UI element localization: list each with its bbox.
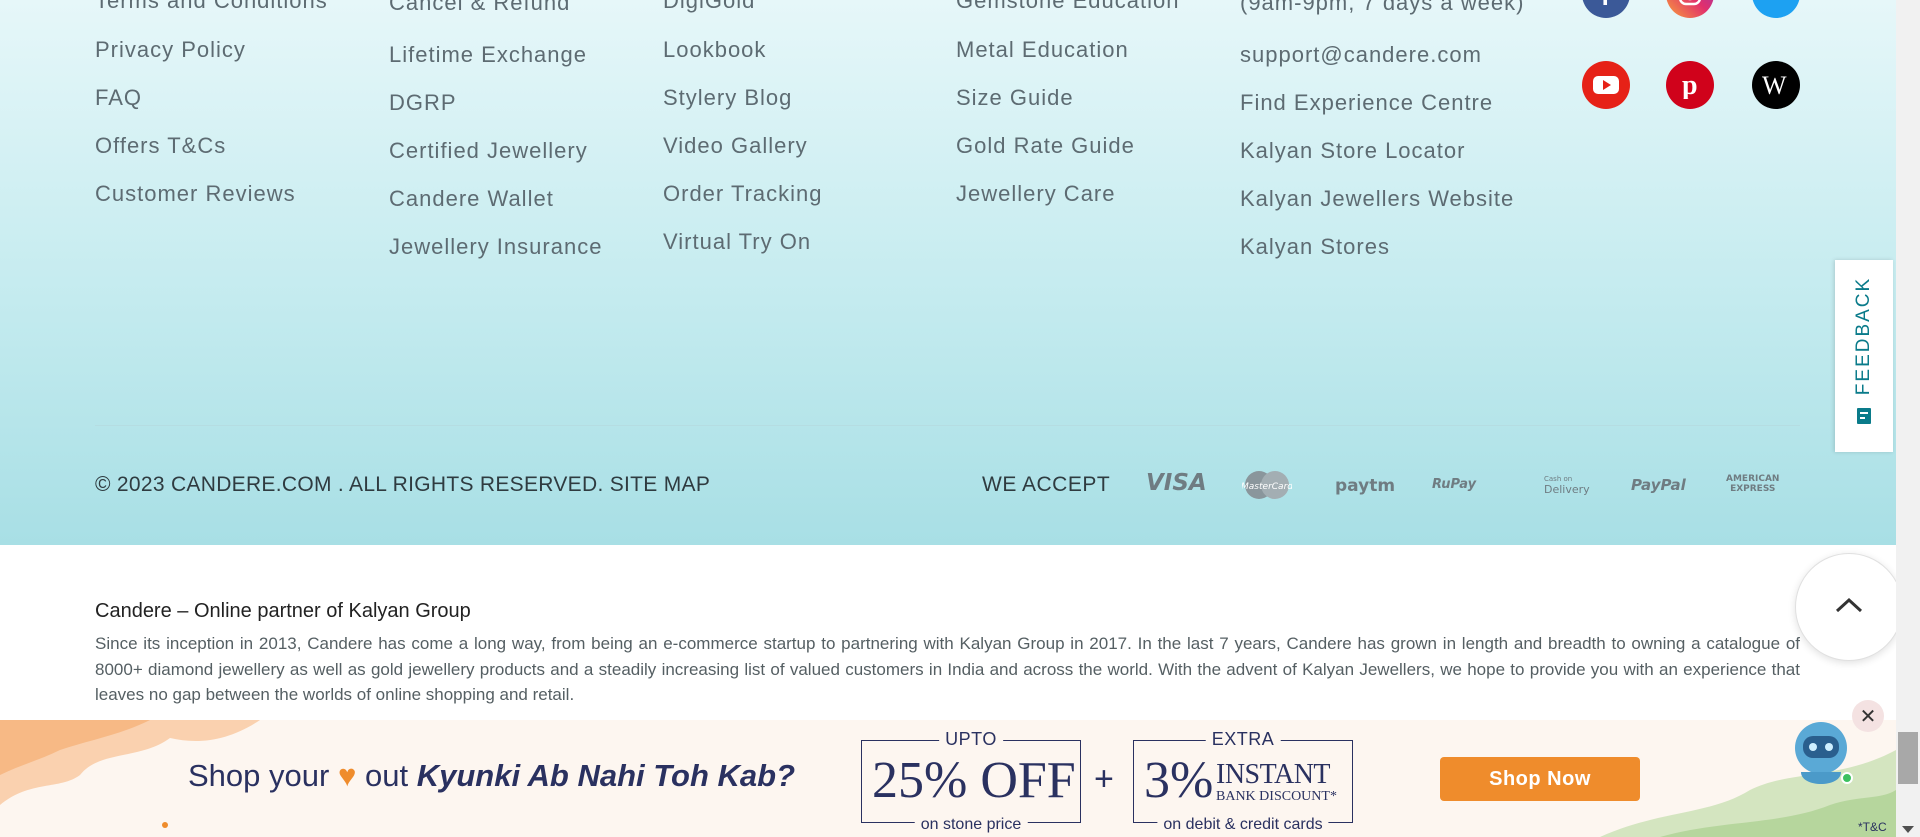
footer-link[interactable]: Gold Rate Guide (956, 133, 1135, 159)
scrollbar-thumb[interactable] (1898, 732, 1918, 784)
we-accept-label: WE ACCEPT (982, 473, 1111, 496)
offer2-bank: BANK DISCOUNT* (1216, 789, 1337, 804)
mastercard-logo: MasterCard (1241, 470, 1293, 500)
footer-link[interactable]: Jewellery Insurance (389, 234, 602, 260)
offer-stone-discount: UPTO 25% OFF on stone price (861, 729, 1081, 834)
footer-link[interactable]: Gemstone Education (956, 0, 1179, 14)
cod-label: Delivery (1544, 483, 1590, 496)
footer-link[interactable]: Order Tracking (663, 181, 823, 207)
youtube-icon[interactable] (1582, 61, 1630, 109)
cod-small-label: Cash on (1544, 475, 1573, 483)
footer-link[interactable]: Kalyan Jewellers Website (1240, 186, 1514, 212)
rupay-logo: RuPay (1432, 477, 1477, 492)
amex-line1: AMERICAN (1726, 474, 1780, 484)
feedback-label: FEEDBACK (1853, 276, 1875, 396)
terms-note: *T&C (1858, 820, 1887, 834)
banner-tagline: Kyunki Ab Nahi Toh Kab? (416, 758, 796, 793)
page-scrollbar[interactable] (1896, 0, 1920, 837)
twitter-icon[interactable] (1752, 0, 1800, 18)
chat-close-button[interactable]: ✕ (1852, 700, 1884, 732)
footer-divider (95, 425, 1800, 426)
facebook-icon[interactable]: f (1582, 0, 1630, 18)
instagram-icon[interactable] (1666, 0, 1714, 18)
footer-link[interactable]: Kalyan Store Locator (1240, 138, 1465, 164)
pinterest-icon[interactable]: p (1666, 61, 1714, 109)
copyright: © 2023 CANDERE.COM . ALL RIGHTS RESERVED… (95, 473, 710, 497)
footer-link[interactable]: Video Gallery (663, 133, 808, 159)
visa-logo: VISA (1146, 470, 1207, 496)
footer-link[interactable]: Cancel & Refund (389, 0, 570, 16)
banner-headline: Shop your ♥ out Kyunki Ab Nahi Toh Kab? (188, 758, 795, 794)
offer2-instant: INSTANT (1216, 759, 1331, 790)
footer-link[interactable]: Size Guide (956, 85, 1074, 111)
footer-link[interactable]: Jewellery Care (956, 181, 1116, 207)
banner-out: out (364, 758, 409, 793)
offer2-footnote: on debit & credit cards (1157, 816, 1329, 834)
footer-link[interactable]: Kalyan Stores (1240, 234, 1390, 260)
footer-link[interactable]: Terms and Conditions (95, 0, 328, 14)
promo-banner[interactable]: Shop your ♥ out Kyunki Ab Nahi Toh Kab? … (0, 720, 1896, 837)
about-description: Since its inception in 2013, Candere has… (95, 634, 1800, 704)
footer-link[interactable]: DigiGold (663, 0, 755, 14)
support-hours: (9am-9pm, 7 days a week) (1240, 0, 1525, 15)
footer-link[interactable]: Privacy Policy (95, 37, 246, 63)
site-footer: Terms and Conditions Privacy Policy FAQ … (0, 0, 1896, 545)
heart-icon: ♥ (337, 758, 357, 793)
cash-on-delivery-logo: Cash on Delivery (1526, 475, 1590, 496)
footer-link[interactable]: FAQ (95, 85, 142, 111)
amex-line2: EXPRESS (1730, 484, 1776, 494)
about-title: Candere – Online partner of Kalyan Group (95, 600, 471, 622)
svg-text:p: p (1682, 71, 1698, 99)
amex-logo: AMERICAN EXPRESS (1726, 474, 1779, 494)
footer-link[interactable]: Virtual Try On (663, 229, 811, 255)
sitemap-link[interactable]: SITE MAP (610, 473, 710, 496)
footer-link[interactable]: Certified Jewellery (389, 138, 588, 164)
footer-link[interactable]: Metal Education (956, 37, 1129, 63)
shop-now-button[interactable]: Shop Now (1440, 757, 1640, 801)
svg-text:W: W (1762, 72, 1787, 98)
banner-shop-your: Shop your (188, 758, 330, 793)
offer1-footnote: on stone price (914, 816, 1028, 834)
wikipedia-icon[interactable]: W (1752, 61, 1800, 109)
offer1-value: 25% OFF (872, 752, 1076, 809)
footer-link[interactable]: Lookbook (663, 37, 766, 63)
support-email-link[interactable]: support@candere.com (1240, 42, 1482, 68)
svg-text:f: f (1601, 0, 1610, 7)
footer-link[interactable]: Lifetime Exchange (389, 42, 587, 68)
offer-plus: + (1094, 760, 1114, 798)
footer-link[interactable]: DGRP (389, 90, 457, 116)
feedback-tab[interactable]: FEEDBACK (1835, 260, 1893, 452)
scroll-to-top-button[interactable] (1795, 553, 1903, 661)
scroll-down-arrow-icon[interactable] (1902, 826, 1914, 833)
offer2-caption: EXTRA (1205, 729, 1281, 750)
paytm-logo: paytm (1335, 476, 1396, 496)
chevron-up-icon (1834, 596, 1864, 619)
feedback-icon (1856, 407, 1872, 430)
footer-link[interactable]: Stylery Blog (663, 85, 792, 111)
footer-link[interactable]: Customer Reviews (95, 181, 296, 207)
footer-link[interactable]: Candere Wallet (389, 186, 554, 212)
offer-bank-discount: EXTRA 3% INSTANT BANK DISCOUNT* on debit… (1133, 729, 1353, 834)
mastercard-label: MasterCard (1242, 482, 1292, 492)
offer2-value: 3% (1144, 752, 1214, 809)
footer-link[interactable]: Find Experience Centre (1240, 90, 1493, 116)
paypal-logo: PayPal (1631, 476, 1686, 494)
copyright-text: © 2023 CANDERE.COM . ALL RIGHTS RESERVED… (95, 473, 604, 496)
offer1-caption: UPTO (939, 729, 1003, 750)
footer-link[interactable]: Offers T&Cs (95, 133, 226, 159)
